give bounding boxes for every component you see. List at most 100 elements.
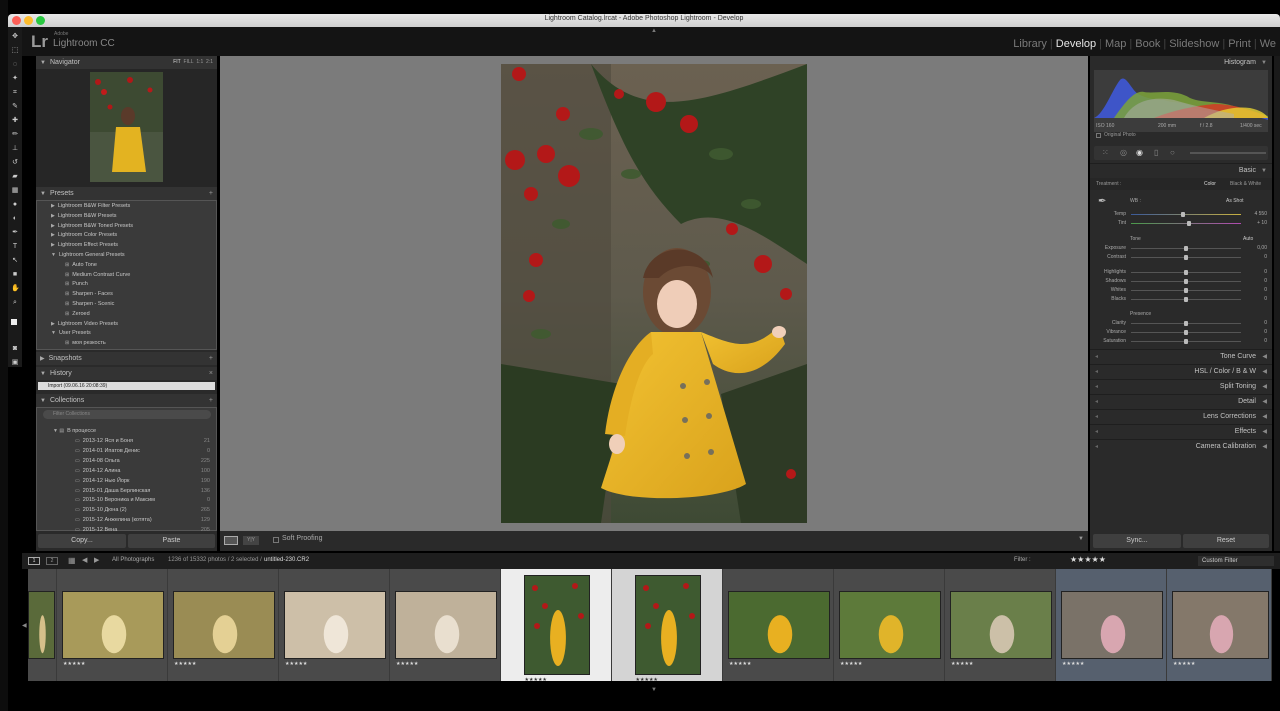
highlights-slider[interactable]: Highlights 0 (1104, 268, 1271, 277)
filmstrip-cell[interactable]: ★★★★★ (501, 569, 612, 683)
rating-stars[interactable]: ★★★★★ (63, 661, 85, 667)
filmstrip-thumbnail[interactable] (950, 591, 1052, 659)
rating-stars[interactable]: ★★★★★ (1173, 661, 1195, 667)
copy-button[interactable]: Copy... (38, 534, 126, 548)
preset-folder[interactable]: ▼ User Presets (51, 329, 91, 338)
collection-filter-input[interactable]: Filter Collections (43, 410, 211, 419)
preset-folder[interactable]: ▶ Lightroom Color Presets (51, 231, 117, 240)
filmstrip-thumbnail[interactable] (62, 591, 164, 659)
collection-item[interactable]: ▭ 2015-10 Вероника и Максим 0 (75, 496, 210, 505)
main-photo[interactable] (501, 64, 807, 523)
reset-button[interactable]: Reset (1183, 534, 1269, 548)
slider-value[interactable]: 0 (1264, 253, 1267, 262)
module-we[interactable]: We (1260, 38, 1276, 50)
wb-select[interactable]: As Shot (1226, 198, 1244, 204)
slider-thumb[interactable] (1184, 270, 1188, 275)
blur-tool-icon[interactable]: ● (11, 201, 19, 208)
foreground-color-icon[interactable] (11, 319, 17, 325)
panel-switch-icon[interactable]: ◂ (1095, 425, 1098, 439)
history-brush-icon[interactable]: ↺ (11, 159, 19, 166)
collection-item[interactable]: ▭ 2014-01 Ипатов Денис 0 (75, 447, 210, 456)
filmstrip-thumbnail[interactable] (523, 575, 590, 675)
grid-view-icon[interactable]: ▦ (68, 556, 76, 565)
filmstrip-thumbnail[interactable] (284, 591, 386, 659)
slider-value[interactable]: 0,00 (1257, 244, 1267, 253)
top-panel-toggle-icon[interactable]: ▲ (651, 28, 657, 34)
filmstrip-cell[interactable]: ★★★★★ (834, 569, 945, 681)
rating-stars[interactable]: ★★★★★ (951, 661, 973, 667)
preset-item[interactable]: ⊞ Medium Contrast Curve (65, 271, 130, 280)
whites-slider[interactable]: Whites 0 (1111, 286, 1271, 295)
primary-window-button[interactable]: 1 (28, 557, 40, 565)
preset-item[interactable]: ⊞ Zeroed (65, 310, 90, 319)
slider-value[interactable]: 0 (1264, 286, 1267, 295)
shadows-slider[interactable]: Shadows 0 (1105, 277, 1271, 286)
filmstrip-cell[interactable]: ★★★★★ (57, 569, 168, 681)
collection-item[interactable]: ▭ 2014-08 Ольга 225 (75, 457, 210, 466)
soft-proofing-checkbox[interactable] (273, 537, 279, 543)
module-develop[interactable]: Develop (1056, 38, 1096, 50)
quick-mask-icon[interactable]: ◙ (11, 345, 19, 352)
section-camera-calibration[interactable]: ◂ Camera Calibration ◀ (1090, 439, 1272, 453)
navigator-preview[interactable] (36, 69, 217, 187)
slider-thumb[interactable] (1184, 288, 1188, 293)
preset-folder[interactable]: ▶ Lightroom B&W Toned Presets (51, 222, 133, 231)
preset-folder[interactable]: ▶ Lightroom Video Presets (51, 320, 118, 329)
brush-tool-icon[interactable]: ✏ (11, 131, 19, 138)
adjustment-brush-slider[interactable] (1190, 152, 1266, 154)
slider-thumb[interactable] (1180, 212, 1185, 217)
eraser-tool-icon[interactable]: ▰ (11, 173, 19, 180)
slider-value[interactable]: 0 (1264, 319, 1267, 328)
filmstrip-thumbnail[interactable] (839, 591, 941, 659)
collection-item[interactable]: ▭ 2015-01 Даша Берлинская 136 (75, 487, 210, 496)
loupe-view-icon[interactable] (224, 536, 238, 545)
blacks-slider[interactable]: Blacks 0 (1111, 295, 1271, 304)
left-panel-toggle-icon[interactable]: ◀ (22, 622, 27, 629)
collection-item[interactable]: ▭ 2014-12 Нью Йорк 190 (75, 477, 210, 486)
histogram-header[interactable]: Histogram ▼ (1090, 56, 1272, 70)
type-tool-icon[interactable]: T (11, 243, 19, 250)
slider-value[interactable]: 4 550 (1254, 210, 1267, 219)
section-lens-corrections[interactable]: ◂ Lens Corrections ◀ (1090, 409, 1272, 423)
slider-thumb[interactable] (1184, 339, 1188, 344)
filmstrip-thumbnail[interactable] (1061, 591, 1163, 659)
original-photo-checkbox[interactable] (1096, 133, 1101, 138)
preset-item[interactable]: ⊞ моя резкость (65, 339, 106, 348)
collection-item[interactable]: ▭ 2014-12 Алина 100 (75, 467, 210, 476)
filmstrip-cell[interactable]: ★★★★★ (168, 569, 279, 681)
rating-stars[interactable]: ★★★★★ (729, 661, 751, 667)
pen-tool-icon[interactable]: ✒ (11, 229, 19, 236)
contrast-slider[interactable]: Contrast 0 (1107, 253, 1271, 262)
rating-stars[interactable]: ★★★★★ (840, 661, 862, 667)
move-tool-icon[interactable]: ✥ (11, 33, 19, 40)
collection-item[interactable]: ▭ 2015-12 Анжелина (котята) 129 (75, 516, 210, 525)
filmstrip-thumbnail[interactable] (728, 591, 830, 659)
paste-button[interactable]: Paste (128, 534, 215, 548)
panel-switch-icon[interactable]: ◂ (1095, 380, 1098, 394)
filmstrip-thumbnail[interactable] (634, 575, 701, 675)
red-eye-icon[interactable]: ◉ (1136, 148, 1143, 157)
preset-item[interactable]: ⊞ Punch (65, 280, 88, 289)
slider-thumb[interactable] (1184, 255, 1188, 260)
filmstrip-thumbnail[interactable] (173, 591, 275, 659)
spot-removal-icon[interactable]: ◎ (1120, 148, 1127, 157)
hand-tool-icon[interactable]: ✋ (11, 285, 20, 292)
crop-tool-icon[interactable]: ⌗ (11, 89, 19, 96)
module-slideshow[interactable]: Slideshow (1169, 38, 1219, 50)
filmstrip-thumbnail[interactable] (28, 591, 55, 659)
filmstrip-thumbnail[interactable] (1172, 591, 1269, 659)
slider-thumb[interactable] (1184, 321, 1188, 326)
panel-switch-icon[interactable]: ◂ (1095, 440, 1098, 454)
rating-stars[interactable]: ★★★★★ (396, 661, 418, 667)
history-item[interactable]: Import (09.06.16 20:08:39) (38, 382, 215, 390)
path-tool-icon[interactable]: ↖ (11, 257, 19, 264)
navigator-zoom-options[interactable]: FIT FILL 1:1 2:1 (173, 56, 213, 69)
treatment-bw-option[interactable]: Black & White (1230, 181, 1261, 187)
module-map[interactable]: Map (1105, 38, 1126, 50)
section-effects[interactable]: ◂ Effects ◀ (1090, 424, 1272, 438)
filmstrip-source[interactable]: All Photographs (112, 557, 154, 563)
preset-folder[interactable]: ▶ Lightroom B&W Presets (51, 212, 117, 221)
tone-auto-button[interactable]: Auto (1243, 236, 1253, 242)
preset-folder[interactable]: ▶ Lightroom B&W Filter Presets (51, 202, 130, 211)
preset-folder[interactable]: ▼ Lightroom General Presets (51, 251, 125, 260)
